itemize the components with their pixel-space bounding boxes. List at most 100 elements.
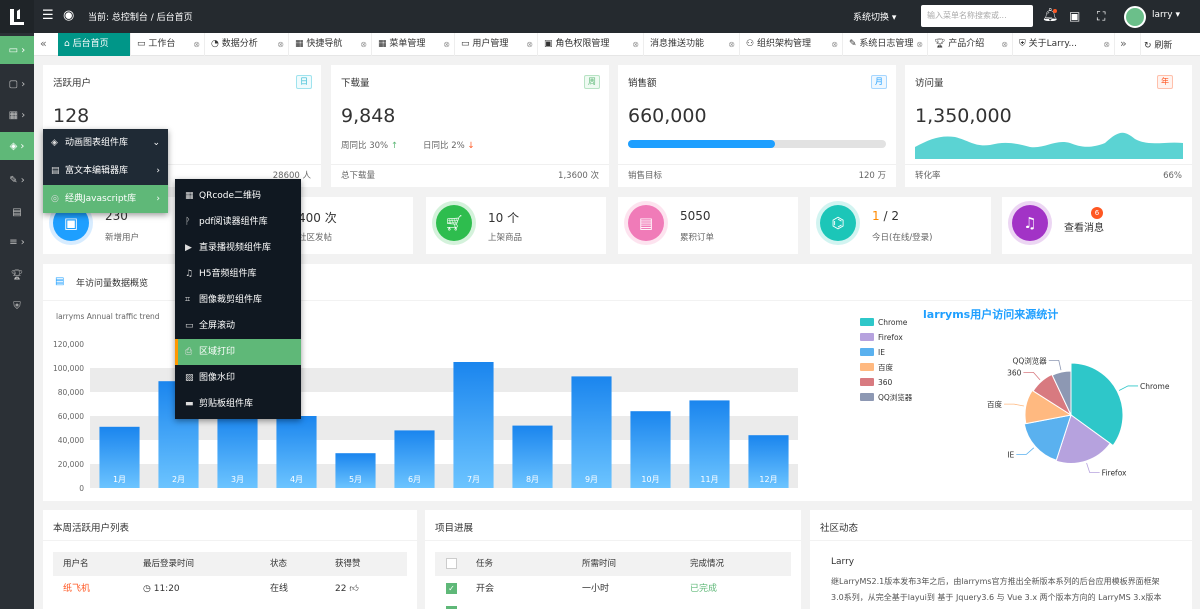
menu-item-audio[interactable]: ♫ H5音频组件库 xyxy=(175,261,301,287)
tab-scroll-left-icon[interactable]: « xyxy=(40,37,47,50)
card-title: 访问量 xyxy=(915,78,944,89)
close-icon[interactable]: ⊗ xyxy=(831,33,838,56)
close-icon[interactable]: ⊗ xyxy=(916,33,923,56)
menu-item-image-crop[interactable]: ⌗ 图像裁剪组件库 xyxy=(175,287,301,313)
menu-item-animated-charts[interactable]: ◈ 动画图表组件库 ⌄ xyxy=(43,129,168,157)
y-tick-label: 0 xyxy=(79,484,84,493)
pie-label: Firefox xyxy=(1102,468,1127,477)
tab-menu-manage[interactable]: ▦ 菜单管理 ⊗ xyxy=(372,33,455,56)
close-icon[interactable]: ⊗ xyxy=(277,33,284,56)
sidebar-item-5[interactable]: ✎ › xyxy=(0,166,34,194)
monitor-icon: ▭ › xyxy=(8,44,26,56)
close-icon[interactable]: ⊗ xyxy=(526,33,533,56)
card-value: 9,848 xyxy=(341,105,396,127)
chart-icon: ▤ xyxy=(12,206,22,218)
menu-item-video[interactable]: ▶ 直录播视频组件库 xyxy=(175,235,301,261)
user-menu[interactable]: larry ▾ xyxy=(1152,10,1180,20)
table-row[interactable]: ✓ 开会 一小时 已完成 xyxy=(435,576,791,602)
sidebar-item-6[interactable]: ▤ xyxy=(0,198,34,226)
sidebar-item-2[interactable]: ▢ › xyxy=(0,70,34,98)
tab-workbench[interactable]: ▭ 工作台 ⊗ xyxy=(131,33,205,56)
close-icon[interactable]: ⊗ xyxy=(632,33,639,56)
pie-label: QQ浏览器 xyxy=(1012,355,1047,365)
app-logo[interactable] xyxy=(0,0,34,33)
menu-toggle-icon[interactable]: ☰ xyxy=(42,9,54,23)
menu-item-fullpage[interactable]: ▭ 全屏滚动 xyxy=(175,313,301,339)
stat-products[interactable]: 🛒︎ 10 个 上架商品 xyxy=(426,197,606,254)
stat-online[interactable]: ⌬ 1 / 2 今日(在线/登录) xyxy=(810,197,991,254)
fullscreen-icon[interactable]: ⛶ xyxy=(1097,9,1105,23)
close-icon[interactable]: ⊗ xyxy=(360,33,367,56)
bar xyxy=(571,376,612,488)
legend-swatch xyxy=(860,393,874,401)
post-author[interactable]: Larry xyxy=(831,557,854,567)
x-tick-label: 6月 xyxy=(408,475,421,484)
tab-user-manage[interactable]: ▭ 用户管理 ⊗ xyxy=(455,33,538,56)
menu-item-qrcode[interactable]: ▦ QRcode二维码 xyxy=(175,183,301,209)
menu-search-input[interactable]: 输入菜单名称搜索或... xyxy=(921,5,1033,27)
avatar[interactable] xyxy=(1124,6,1146,28)
tab-org-structure[interactable]: ⚇ 组织架构管理 ⊗ xyxy=(740,33,843,56)
sales-progress-track xyxy=(628,140,886,148)
tab-data-analysis[interactable]: ◔ 数据分析 ⊗ xyxy=(205,33,289,56)
tab-role-permission[interactable]: ▣ 角色权限管理 ⊗ xyxy=(538,33,644,56)
tab-message-push[interactable]: 消息推送功能 ⊗ xyxy=(644,33,740,56)
x-tick-label: 11月 xyxy=(700,475,718,484)
close-icon[interactable]: ⊗ xyxy=(193,33,200,56)
close-icon[interactable]: ⊗ xyxy=(443,33,450,56)
tab-home[interactable]: ⌂ 后台首页 xyxy=(58,33,131,56)
post-content: 继LarryMS2.1版本发布3年之后，由larryms官方推出全新版本系列的后… xyxy=(831,577,1162,602)
trophy-icon: 🏆︎ xyxy=(10,269,24,281)
y-tick-label: 120,000 xyxy=(53,340,84,349)
tab-about[interactable]: ⛨ 关于Larry... ⊗ xyxy=(1013,33,1115,56)
sidebar-item-8[interactable]: 🏆︎ xyxy=(0,261,34,289)
legend-label: Firefox xyxy=(878,333,903,342)
close-icon[interactable]: ⊗ xyxy=(728,33,735,56)
legend-label: IE xyxy=(878,348,885,357)
day-compare: 日同比 2% ↓ xyxy=(423,141,475,151)
select-all-checkbox[interactable] xyxy=(446,558,457,569)
menu-item-pdf[interactable]: ᚹ pdf阅读器组件库 xyxy=(175,209,301,235)
refresh-button[interactable]: ↻ 刷新 xyxy=(1144,38,1172,51)
user-name-link[interactable]: 纸飞机 xyxy=(63,576,90,602)
card-value: 1,350,000 xyxy=(915,105,1012,127)
tab-product-intro[interactable]: 🏆︎ 产品介绍 ⊗ xyxy=(928,33,1013,56)
pie-label: Chrome xyxy=(1140,382,1170,391)
menu-item-js-libraries[interactable]: ◎ 经典Javascript库 › xyxy=(43,185,168,213)
x-tick-label: 5月 xyxy=(349,475,362,484)
stat-orders[interactable]: ▤ 5050 累积订单 xyxy=(618,197,798,254)
row-checkbox[interactable]: ✓ xyxy=(446,583,457,594)
task-status: 已完成 xyxy=(690,584,718,594)
close-icon[interactable]: ⊗ xyxy=(1001,33,1008,56)
pie-label: 百度 xyxy=(987,399,1002,409)
globe-icon[interactable]: ◉ xyxy=(63,9,74,23)
screen-lock-icon[interactable]: ▣ xyxy=(1069,9,1080,23)
menu-item-print-area[interactable]: ⎙ 区域打印 xyxy=(175,339,301,365)
logo-icon xyxy=(10,8,24,25)
sidebar-item-3[interactable]: ▦ › xyxy=(0,101,34,129)
menu-item-rich-text[interactable]: ▤ 富文本编辑器库 › xyxy=(43,157,168,185)
tab-scroll-right-icon[interactable]: » xyxy=(1120,37,1127,50)
stat-messages[interactable]: ♫ 查看消息 6 xyxy=(1002,197,1192,254)
close-icon[interactable]: ⊗ xyxy=(1103,33,1110,56)
sidebar-item-7[interactable]: ≡ › xyxy=(0,228,34,256)
tab-quick-nav[interactable]: ▦ 快捷导航 ⊗ xyxy=(289,33,372,56)
menu-item-watermark[interactable]: ▨ 图像水印 xyxy=(175,365,301,391)
legend-label: 百度 xyxy=(878,362,893,372)
tab-system-log[interactable]: ✎ 系统日志管理 ⊗ xyxy=(843,33,928,56)
week-compare: 周同比 30% ↑ xyxy=(341,141,398,151)
sidebar-item-console[interactable]: ▭ › xyxy=(0,36,34,64)
table-row[interactable]: 纸飞机 ◷ 11:20 在线 22 👍︎ xyxy=(53,576,407,602)
y-tick-label: 100,000 xyxy=(53,364,84,373)
system-switch-button[interactable]: 系统切换 ▾ xyxy=(853,10,896,23)
sidebar-item-9[interactable]: ⛨ xyxy=(0,292,34,320)
menu-item-clipboard[interactable]: ▬ 剪贴板组件库 xyxy=(175,391,301,417)
stat-label: 累积订单 xyxy=(680,233,715,243)
sidebar-item-components[interactable]: ◈ › xyxy=(0,132,34,160)
visits-sparkline xyxy=(915,132,1183,159)
stat-label: 上架商品 xyxy=(488,233,523,243)
panel-title: 项目进展 xyxy=(435,523,474,534)
bell-icon: ♫ xyxy=(1012,205,1048,241)
thumbs-up-icon: 👍︎ xyxy=(349,584,359,594)
x-tick-label: 1月 xyxy=(113,475,126,484)
